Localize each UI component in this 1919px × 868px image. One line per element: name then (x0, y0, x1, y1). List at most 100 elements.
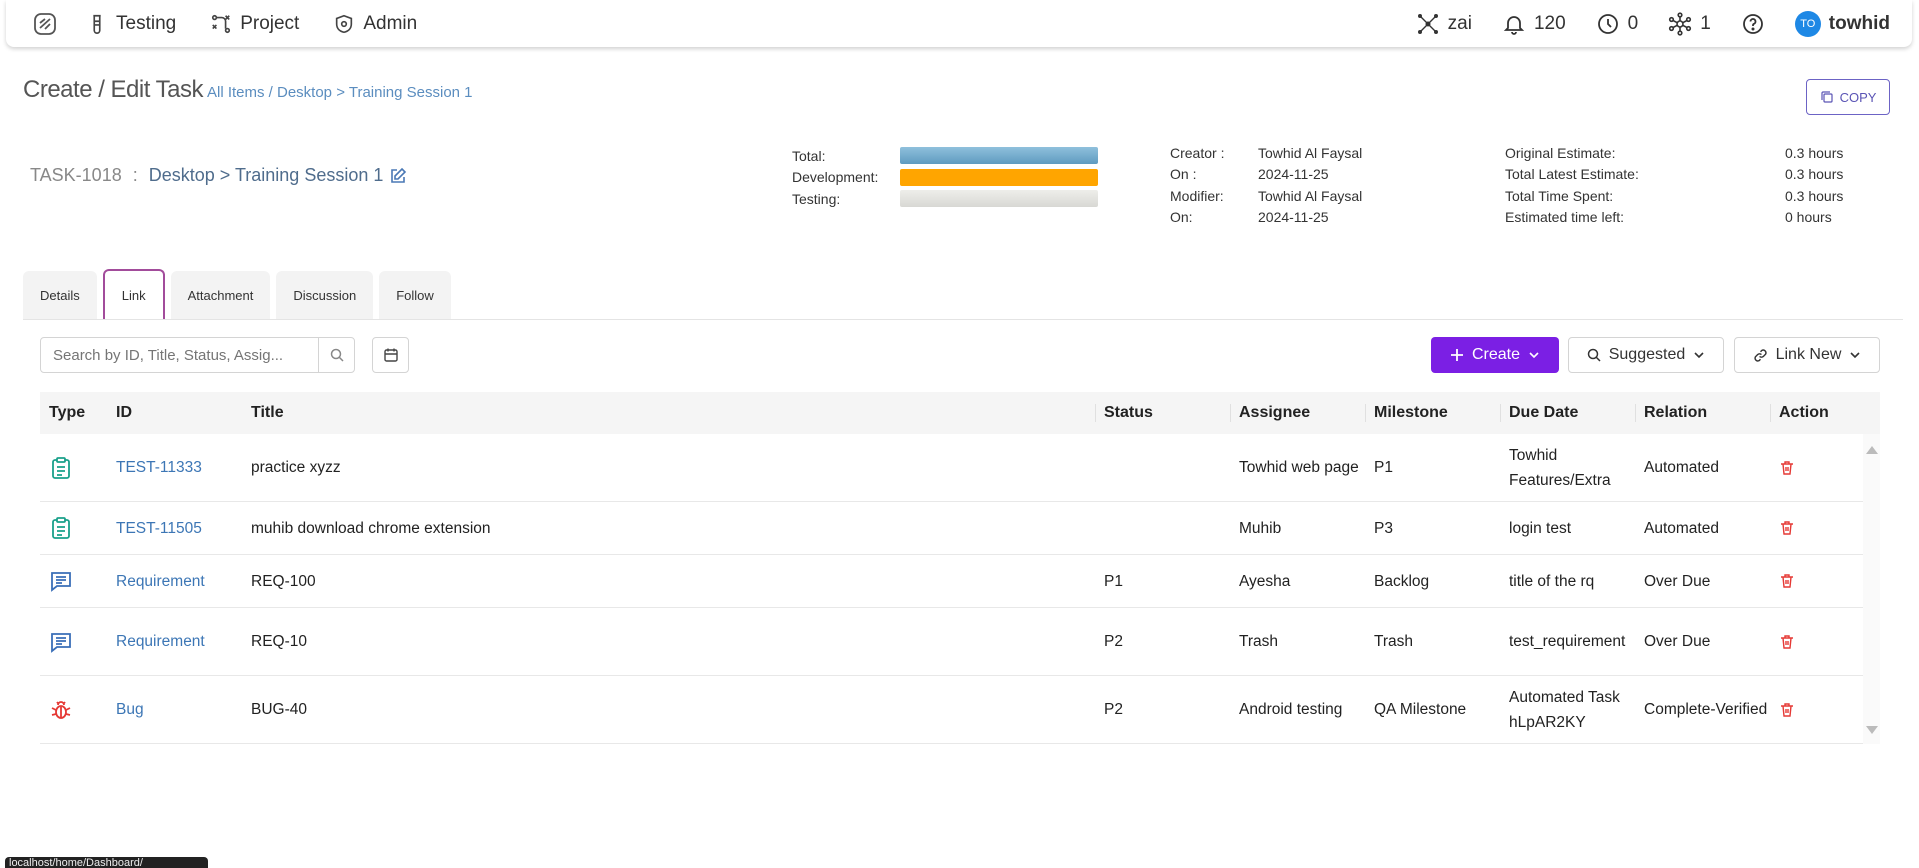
avatar: TO (1794, 10, 1821, 37)
table-scrollbar[interactable] (1863, 434, 1880, 744)
progress-label: Development: (792, 169, 879, 186)
integrations-count: 1 (1700, 12, 1711, 34)
item-relation: Automated (1644, 519, 1719, 537)
meta-value: Towhid Al Faysal (1258, 187, 1363, 204)
suggested-button[interactable]: Suggested (1568, 337, 1724, 373)
nav-testing-label: Testing (116, 12, 177, 34)
item-id-link[interactable]: TEST-11505 (107, 516, 242, 541)
flask-icon (93, 14, 101, 34)
date-filter-button[interactable] (372, 337, 409, 373)
zai-label: zai (1447, 12, 1472, 34)
table-body: TEST-11333 practice xyzz Towhid web page… (40, 434, 1880, 744)
item-due-date: title of the rq (1509, 572, 1595, 590)
notifications-count: 120 (1533, 12, 1566, 34)
app-logo-icon[interactable] (30, 9, 60, 39)
nav-admin-label: Admin (363, 12, 418, 34)
item-milestone: P1 (1374, 459, 1393, 476)
trash-icon[interactable] (1779, 573, 1795, 589)
tab-discussion[interactable]: Discussion (276, 271, 374, 319)
table-row[interactable]: Bug BUG-40 P2 Android testing QA Milesto… (40, 676, 1880, 744)
integrations-button[interactable]: 1 (1668, 11, 1711, 36)
meta-value: 0.3 hours (1785, 144, 1844, 161)
item-id-link[interactable]: Requirement (107, 569, 242, 594)
type-cell (40, 630, 107, 654)
page-title: Create / Edit Task (23, 76, 203, 103)
timer-button[interactable]: 0 (1596, 12, 1639, 36)
create-button[interactable]: Create (1431, 337, 1559, 373)
item-id-link[interactable]: Bug (107, 697, 242, 722)
item-relation: Complete-Verified (1644, 701, 1768, 718)
tab-link[interactable]: Link (102, 269, 165, 319)
chevron-down-icon (1529, 352, 1539, 359)
search-button[interactable] (318, 338, 354, 372)
item-relation: Automated (1644, 459, 1719, 476)
table-header: Type ID Title Status Assignee Milestone … (40, 392, 1880, 434)
tab-attachment[interactable]: Attachment (170, 271, 271, 319)
nav-testing[interactable]: Testing (86, 13, 176, 35)
action-cell (1770, 460, 1863, 476)
tab-details[interactable]: Details (23, 271, 97, 319)
nav-admin[interactable]: Admin (333, 13, 417, 35)
hub-icon (1669, 11, 1692, 36)
search-input[interactable] (41, 338, 318, 372)
user-menu[interactable]: TO towhid (1794, 10, 1890, 37)
top-navbar: Testing Project Admin zai 120 0 1 TO tow… (6, 0, 1912, 47)
chevron-down-icon (1850, 352, 1860, 359)
user-name: towhid (1828, 12, 1890, 34)
type-cell (40, 456, 107, 480)
column-header[interactable]: Due Date (1500, 392, 1635, 434)
zai-button[interactable]: zai (1416, 12, 1472, 36)
column-header[interactable]: ID (107, 392, 242, 434)
meta-value: 0.3 hours (1785, 166, 1844, 183)
item-id-link[interactable]: TEST-11333 (107, 455, 242, 480)
type-cell (40, 516, 107, 540)
trash-icon[interactable] (1779, 702, 1795, 718)
action-cell (1770, 702, 1863, 718)
item-milestone: QA Milestone (1374, 701, 1467, 718)
requirement-icon (51, 632, 71, 653)
copy-button[interactable]: COPY (1806, 79, 1890, 115)
edit-icon[interactable] (389, 167, 407, 185)
search-icon (1587, 348, 1601, 362)
help-button[interactable] (1741, 12, 1765, 36)
scroll-down-arrow[interactable] (1866, 726, 1878, 734)
column-header[interactable]: Title (242, 392, 1095, 434)
trash-icon[interactable] (1779, 460, 1795, 476)
nav-project[interactable]: Project (210, 13, 299, 35)
link-icon (1753, 348, 1767, 362)
item-status: P2 (1104, 701, 1123, 718)
meta-value: 0 hours (1785, 209, 1832, 226)
item-milestone: Backlog (1374, 572, 1430, 590)
scroll-up-arrow[interactable] (1866, 446, 1878, 454)
item-id-link[interactable]: Requirement (107, 629, 242, 654)
item-relation: Over Due (1644, 572, 1711, 590)
column-header[interactable]: Status (1095, 392, 1230, 434)
task-meta-right: Original Estimate: 0.3 hours Total Latest… (1505, 142, 1843, 228)
item-due-date: Automated Task hLpAR2KY (1509, 688, 1620, 731)
clock-icon (1597, 13, 1618, 34)
column-header[interactable]: Milestone (1365, 392, 1500, 434)
column-header[interactable]: Relation (1635, 392, 1770, 434)
column-header[interactable]: Assignee (1230, 392, 1365, 434)
breadcrumb[interactable]: All Items / Desktop > Training Session 1 (207, 84, 473, 101)
meta-key: On : (1170, 166, 1197, 183)
column-header[interactable]: Type (40, 392, 107, 434)
trash-icon[interactable] (1779, 520, 1795, 536)
create-label: Create (1471, 346, 1521, 363)
table-row[interactable]: TEST-11505 muhib download chrome extensi… (40, 502, 1880, 555)
link-new-button[interactable]: Link New (1734, 337, 1880, 373)
tab-bar: Details Link Attachment Discussion Follo… (23, 269, 451, 319)
timer-count: 0 (1627, 12, 1639, 34)
item-assignee: Towhid web page (1239, 459, 1359, 476)
table-row[interactable]: TEST-11333 practice xyzz Towhid web page… (40, 434, 1880, 502)
trash-icon[interactable] (1779, 634, 1795, 650)
tab-follow[interactable]: Follow (379, 271, 451, 319)
item-assignee: Android testing (1239, 701, 1343, 718)
item-title: practice xyzz (251, 459, 341, 476)
nav-project-label: Project (240, 12, 300, 34)
notifications-button[interactable]: 120 (1502, 12, 1566, 36)
table-row[interactable]: Requirement REQ-100 P1 Ayesha Backlog ti… (40, 555, 1880, 608)
progress-bar-testing (900, 190, 1098, 208)
meta-key: Total Time Spent: (1505, 187, 1614, 204)
table-row[interactable]: Requirement REQ-10 P2 Trash Trash test_r… (40, 608, 1880, 676)
